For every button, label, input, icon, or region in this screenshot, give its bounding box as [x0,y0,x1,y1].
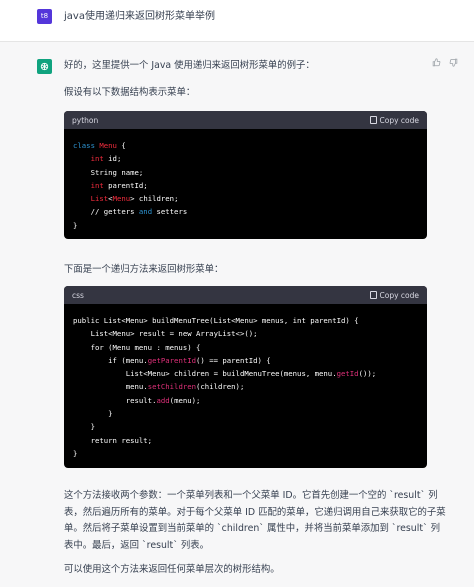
closing-text: 可以使用这个方法来返回任何菜单层次的树形结构。 [64,564,280,575]
copy-code-button[interactable]: Copy code [369,290,420,300]
code-block-2: css Copy code public List<Menu> buildMen… [64,286,427,468]
data-structure-intro: 假设有以下数据结构表示菜单： [64,87,196,98]
clipboard-icon [369,291,377,299]
code-block-1: python Copy code class Menu { int id; St… [64,111,427,239]
code-line: if (menu.getParentId() == parentId) { [73,355,271,365]
clipboard-icon [369,116,377,124]
explanation-line: 表中。最后，返回 `result` 列表。 [64,539,209,551]
code-line: class Menu { [73,141,126,150]
explanation-paragraph: 这个方法接收两个参数：一个菜单列表和一个父菜单 ID。它首先创建一个空的 `re… [64,488,464,554]
method-intro: 下面是一个递归方法来返回树形菜单： [64,264,224,275]
code-header-2: css Copy code [64,286,427,304]
assistant-intro: 好的，这里提供一个 Java 使用递归来返回树形菜单的例子： [64,60,315,71]
code-language-label: css [72,290,84,300]
code-line: } [73,220,78,230]
code-body-2: public List<Menu> buildMenuTree(List<Men… [64,304,427,468]
code-line: List<Menu> result = new ArrayList<>(); [73,329,258,339]
code-body-1: class Menu { int id; String name; int pa… [64,129,427,239]
copy-code-button[interactable]: Copy code [369,115,420,125]
code-line: List<Menu> children = buildMenuTree(menu… [73,369,377,379]
code-line: List<Menu> children; [90,194,179,204]
code-language-label: python [72,115,99,125]
user-avatar: t8 [37,9,52,24]
code-line: } [73,409,113,419]
explanation-line: 表，然后遍历所有的菜单。对于每个父菜单 ID 匹配的菜单，它递归调用自己来获取它… [64,506,446,518]
user-message-row: t8 java使用递归来返回树形菜单举例 [0,0,474,42]
code-line: int id; [90,154,122,164]
code-line: } [73,448,78,458]
code-line: result.add(menu); [73,395,201,405]
code-line: return result; [73,435,153,445]
assistant-avatar [37,59,52,74]
code-line: menu.setChildren(children); [73,382,245,392]
code-line: } [73,422,95,432]
code-line: public List<Menu> buildMenuTree(List<Men… [73,316,359,325]
code-line: String name; [73,167,144,177]
code-line: for (Menu menu : menus) { [73,342,201,352]
copy-code-label: Copy code [379,290,420,300]
code-line: // getters and setters [90,207,188,217]
code-header-1: python Copy code [64,111,427,129]
openai-logo-icon [40,62,49,71]
code-line: int parentId; [90,180,148,190]
user-message-text: java使用递归来返回树形菜单举例 [64,11,215,22]
explanation-line: 这个方法接收两个参数：一个菜单列表和一个父菜单 ID。它首先创建一个空的 `re… [64,490,438,501]
explanation-line: 单。然后将子菜单设置到当前菜单的 `children` 属性中，并将当前菜单添加… [64,523,441,534]
copy-code-label: Copy code [379,115,420,125]
